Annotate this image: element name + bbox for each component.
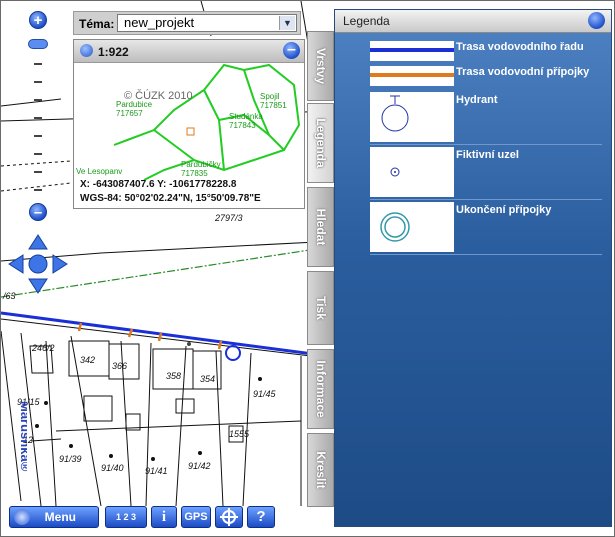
legend-item-name: Trasa vodovodní přípojky — [456, 66, 590, 78]
overview-place: Spojil 717851 — [260, 92, 287, 110]
overview-place: Studánka 717843 — [229, 112, 263, 130]
scale-button[interactable]: 1 2 3 — [105, 506, 147, 528]
pan-control[interactable] — [7, 233, 69, 295]
zoom-tick — [34, 81, 42, 83]
tab-hledat[interactable]: Hledat — [307, 187, 334, 267]
parcel-label: 354 — [200, 374, 216, 384]
parcel-label: 91/39 — [59, 454, 82, 464]
menu-button[interactable]: Menu — [9, 506, 99, 528]
overview-place: Pardubičky 717835 — [181, 160, 221, 178]
pan-left-icon[interactable] — [8, 254, 24, 274]
zoom-tick — [34, 135, 42, 137]
parcel-label: 91/40 — [101, 463, 124, 473]
overview-coord-xy: X: -643087407.6 Y: -1061778228.8 — [80, 179, 237, 190]
pan-up-icon[interactable] — [28, 234, 48, 250]
tab-informace[interactable]: Informace — [307, 349, 334, 429]
legend-panel: Legenda Trasa vodovodního řadu Trasa vod… — [334, 9, 612, 527]
menu-icon — [14, 509, 30, 525]
parcel-label: 91/41 — [145, 466, 168, 476]
zoom-tick — [34, 63, 42, 65]
legend-item: Hydrant — [370, 92, 602, 145]
zoom-tick — [34, 117, 42, 119]
legend-item-name: Fiktivní uzel — [456, 149, 519, 161]
legend-item: Fiktivní uzel — [370, 147, 602, 200]
tab-tisk[interactable]: Tisk — [307, 271, 334, 345]
tab-vrstvy[interactable]: Vrstvy — [307, 31, 334, 101]
legend-item: Trasa vodovodní přípojky — [370, 66, 602, 86]
overview-place: Pardubice 717657 — [116, 100, 153, 118]
parcel-label: 246/2 — [32, 343, 55, 353]
locate-button[interactable] — [215, 506, 243, 528]
side-tabs: Vrstvy Legenda Hledat Tisk Informace Kre… — [307, 31, 335, 511]
legend-symbol — [370, 41, 454, 61]
brand-text: Marushka® — [18, 401, 27, 472]
zoom-tick — [34, 189, 42, 191]
parcel-label: 91/42 — [188, 461, 211, 471]
theme-select[interactable]: new_projekt ▼ — [117, 14, 297, 32]
hydrant-icon — [370, 92, 454, 142]
parcel-label: 342 — [80, 355, 96, 365]
theme-selector: Téma: new_projekt ▼ — [73, 11, 301, 35]
chevron-down-icon[interactable]: ▼ — [279, 16, 295, 30]
legend-item-name: Ukončení přípojky — [456, 204, 552, 216]
legend-symbol — [370, 66, 454, 86]
zoom-slider-handle[interactable] — [28, 39, 48, 49]
theme-value: new_projekt — [124, 15, 195, 30]
legend-item-name: Hydrant — [456, 94, 498, 106]
connection-end-icon — [370, 202, 454, 252]
legend-item: Ukončení přípojky — [370, 202, 602, 255]
parcel-label: 366 — [112, 361, 128, 371]
legend-title: Legenda — [343, 14, 390, 28]
zoom-in-button[interactable]: + — [29, 11, 47, 29]
crosshair-icon — [220, 508, 238, 526]
node-icon — [370, 147, 454, 197]
brand-logo: Marushka® — [7, 401, 33, 501]
pan-right-icon[interactable] — [52, 254, 68, 274]
legend-item: Trasa vodovodního řadu — [370, 41, 602, 61]
parcel-label: 2797/3 — [215, 213, 243, 223]
theme-label: Téma: — [79, 17, 115, 31]
zoom-tick — [34, 171, 42, 173]
overview-place: Ve Lesopanv — [76, 167, 123, 176]
zoom-tick — [34, 153, 42, 155]
legend-close-button[interactable] — [588, 12, 605, 29]
legend-item-name: Trasa vodovodního řadu — [456, 41, 584, 53]
pan-down-icon[interactable] — [28, 278, 48, 294]
parcel-label: 1555 — [229, 429, 250, 439]
tab-kreslit[interactable]: Kreslit — [307, 433, 334, 507]
tab-legenda[interactable]: Legenda — [307, 103, 334, 183]
parcel-label: 358 — [166, 371, 182, 381]
gps-button[interactable]: GPS — [181, 506, 211, 528]
app-window: 2797/3 /63 246/2 342 366 358 354 91/45 9… — [0, 0, 615, 537]
pan-center-icon[interactable] — [28, 254, 48, 274]
overview-coord-wgs: WGS-84: 50°02'02.24"N, 15°50'09.78"E — [80, 193, 261, 204]
overview-map[interactable]: 1:922 – © ČÚZK 2010 Pardubice 717657 Spoj… — [73, 39, 305, 209]
zoom-tick — [34, 99, 42, 101]
legend-header: Legenda — [335, 10, 611, 33]
zoom-out-button[interactable]: – — [29, 203, 47, 221]
parcel-label: 91/45 — [253, 389, 276, 399]
help-button[interactable]: ? — [247, 506, 275, 528]
info-button[interactable]: i — [151, 506, 177, 528]
